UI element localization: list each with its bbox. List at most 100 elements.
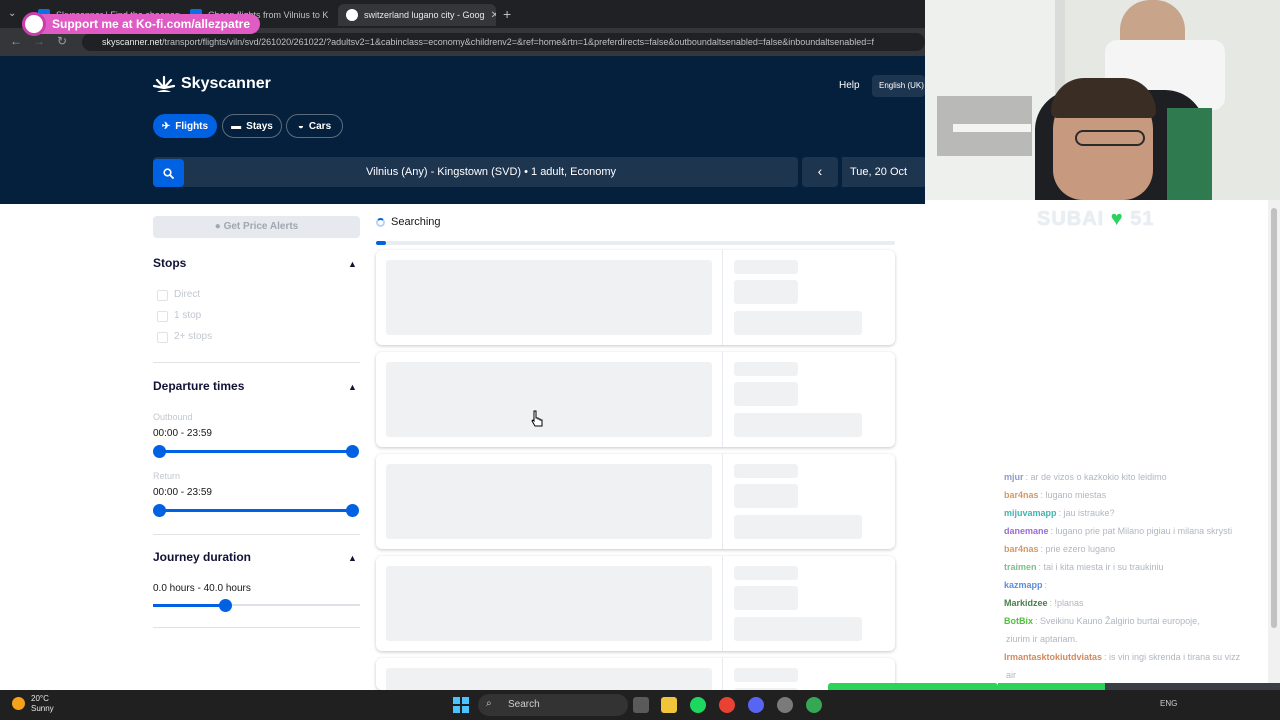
chat-message: Markidzee: !planas — [1004, 598, 1084, 608]
card-divider — [722, 658, 723, 690]
search-progress-bar — [376, 241, 895, 245]
skyscanner-logo[interactable]: Skyscanner — [153, 75, 271, 93]
skeleton-price — [734, 586, 798, 610]
language-selector[interactable]: English (UK) — [872, 75, 925, 97]
card-divider — [722, 352, 723, 447]
weather-sun-icon — [12, 697, 25, 710]
reload-button[interactable]: ↻ — [57, 34, 67, 48]
return-slider-min-handle[interactable] — [153, 504, 166, 517]
chat-username: kazmapp — [1004, 580, 1043, 590]
chat-text: ziurim ir aptariam. — [1006, 634, 1078, 644]
close-tab-icon[interactable]: ✕ — [491, 10, 496, 21]
checkbox-1-stop[interactable] — [157, 311, 168, 322]
card-divider — [722, 556, 723, 651]
hand-cursor-icon — [531, 410, 543, 427]
forward-button[interactable]: → — [33, 34, 45, 48]
language-indicator[interactable]: ENG — [1160, 699, 1177, 708]
chevron-up-icon[interactable]: ▲ — [348, 382, 357, 392]
chat-text: : lugano miestas — [1040, 490, 1107, 500]
chat-text: : — [1044, 580, 1048, 590]
duration-slider-handle[interactable] — [219, 599, 233, 612]
return-slider-track[interactable] — [160, 509, 353, 512]
stops-option-label: Direct — [174, 289, 201, 300]
chat-message: bar4nas: prie ezero lugano — [1004, 544, 1115, 554]
steam-icon[interactable] — [777, 697, 793, 713]
tab-stays[interactable]: ▬ Stays — [222, 114, 282, 138]
skeleton-line — [734, 668, 798, 682]
discord-icon[interactable] — [748, 697, 764, 713]
chat-text: : prie ezero lugano — [1040, 544, 1116, 554]
return-slider-max-handle[interactable] — [346, 504, 359, 517]
checkbox-direct[interactable] — [157, 290, 168, 301]
tab-flights[interactable]: ✈ Flights — [153, 114, 217, 138]
journey-duration-heading: Journey duration — [153, 550, 252, 564]
chat-username: danemane — [1004, 526, 1049, 536]
chat-message: danemane: lugano prie pat Milano pigiau … — [1004, 526, 1232, 536]
stops-option-label: 1 stop — [174, 310, 202, 321]
taskbar-search[interactable]: Search — [478, 694, 628, 716]
skeleton-line — [734, 566, 798, 580]
file-explorer-icon[interactable] — [661, 697, 677, 713]
chat-message: traimen: tai i kita miesta ir i su trauk… — [1004, 562, 1164, 572]
outbound-slider-min-handle[interactable] — [153, 445, 166, 458]
chat-message: kazmapp: — [1004, 580, 1047, 590]
chrome-profile-icon[interactable] — [806, 697, 822, 713]
skeleton-button — [734, 413, 862, 437]
chat-username: bar4nas — [1004, 490, 1039, 500]
chevron-up-icon[interactable]: ▲ — [348, 259, 357, 269]
result-card-skeleton[interactable] — [376, 454, 895, 549]
chat-username: mijuvamapp — [1004, 508, 1057, 518]
chat-text: : jau istrauke? — [1058, 508, 1115, 518]
result-card-skeleton[interactable] — [376, 250, 895, 345]
spotify-icon[interactable] — [690, 697, 706, 713]
departure-date[interactable]: Tue, 20 Oct — [842, 157, 925, 187]
chrome-icon[interactable] — [719, 697, 735, 713]
bed-icon: ▬ — [231, 120, 242, 132]
skeleton-itinerary — [386, 260, 712, 335]
result-card-skeleton[interactable] — [376, 556, 895, 651]
weather-widget[interactable]: 20°C Sunny — [31, 694, 54, 714]
url-bar[interactable]: skyscanner.net/transport/flights/viln/sv… — [82, 33, 925, 51]
windows-start-icon[interactable] — [452, 696, 470, 714]
task-view-icon[interactable] — [633, 697, 649, 713]
chat-message: mijuvamapp: jau istrauke? — [1004, 508, 1115, 518]
checkbox-2-stops[interactable] — [157, 332, 168, 343]
chat-text: : tai i kita miesta ir i su traukiniu — [1038, 562, 1164, 572]
chat-text: : lugano prie pat Milano pigiau i milana… — [1050, 526, 1233, 536]
back-button[interactable]: ← — [10, 34, 22, 48]
search-progress-fill — [376, 241, 387, 245]
duration-range: 0.0 hours - 40.0 hours — [153, 583, 251, 594]
kofi-cup-icon — [22, 12, 46, 36]
price-alerts-button[interactable]: ● Get Price Alerts — [153, 216, 360, 238]
tab-cars[interactable]: ◒ Cars — [286, 114, 343, 138]
tab-search-chevron-icon[interactable]: ⌄ — [8, 8, 16, 19]
route-summary[interactable]: Vilnius (Any) - Kingstown (SVD) • 1 adul… — [184, 157, 798, 187]
chat-username: traimen — [1004, 562, 1037, 572]
page-scrollbar-thumb[interactable] — [1271, 208, 1277, 628]
chat-message: mjur: ar de vizos o kazkokio kito leidim… — [1004, 472, 1167, 482]
outbound-slider-track[interactable] — [160, 450, 353, 453]
chat-text: : !planas — [1049, 598, 1084, 608]
stops-option-label: 2+ stops — [174, 331, 213, 342]
result-card-skeleton[interactable] — [376, 658, 895, 720]
chat-username: bar4nas — [1004, 544, 1039, 554]
chat-username: BotBix — [1004, 616, 1033, 626]
outbound-slider-max-handle[interactable] — [346, 445, 359, 458]
previous-date-button[interactable]: ‹ — [802, 157, 838, 187]
chevron-up-icon[interactable]: ▲ — [348, 553, 357, 563]
new-tab-button[interactable]: + — [503, 6, 511, 22]
skeleton-line — [734, 464, 798, 478]
kofi-banner: Support me at Ko-fi.com/allezpatre — [22, 14, 261, 34]
result-card-skeleton[interactable] — [376, 352, 895, 447]
card-divider — [722, 454, 723, 549]
help-link[interactable]: Help — [839, 80, 860, 91]
skeleton-button — [734, 515, 862, 539]
skeleton-line — [734, 260, 798, 274]
green-heart-icon: ♥ — [1110, 208, 1124, 230]
search-icon[interactable] — [153, 159, 184, 187]
chat-username: mjur — [1004, 472, 1024, 482]
chat-username: Markidzee — [1004, 598, 1048, 608]
outbound-range: 00:00 - 23:59 — [153, 428, 212, 439]
return-range: 00:00 - 23:59 — [153, 487, 212, 498]
browser-tab-3[interactable]: switzerland lugano city - Goog ✕ — [338, 4, 496, 26]
